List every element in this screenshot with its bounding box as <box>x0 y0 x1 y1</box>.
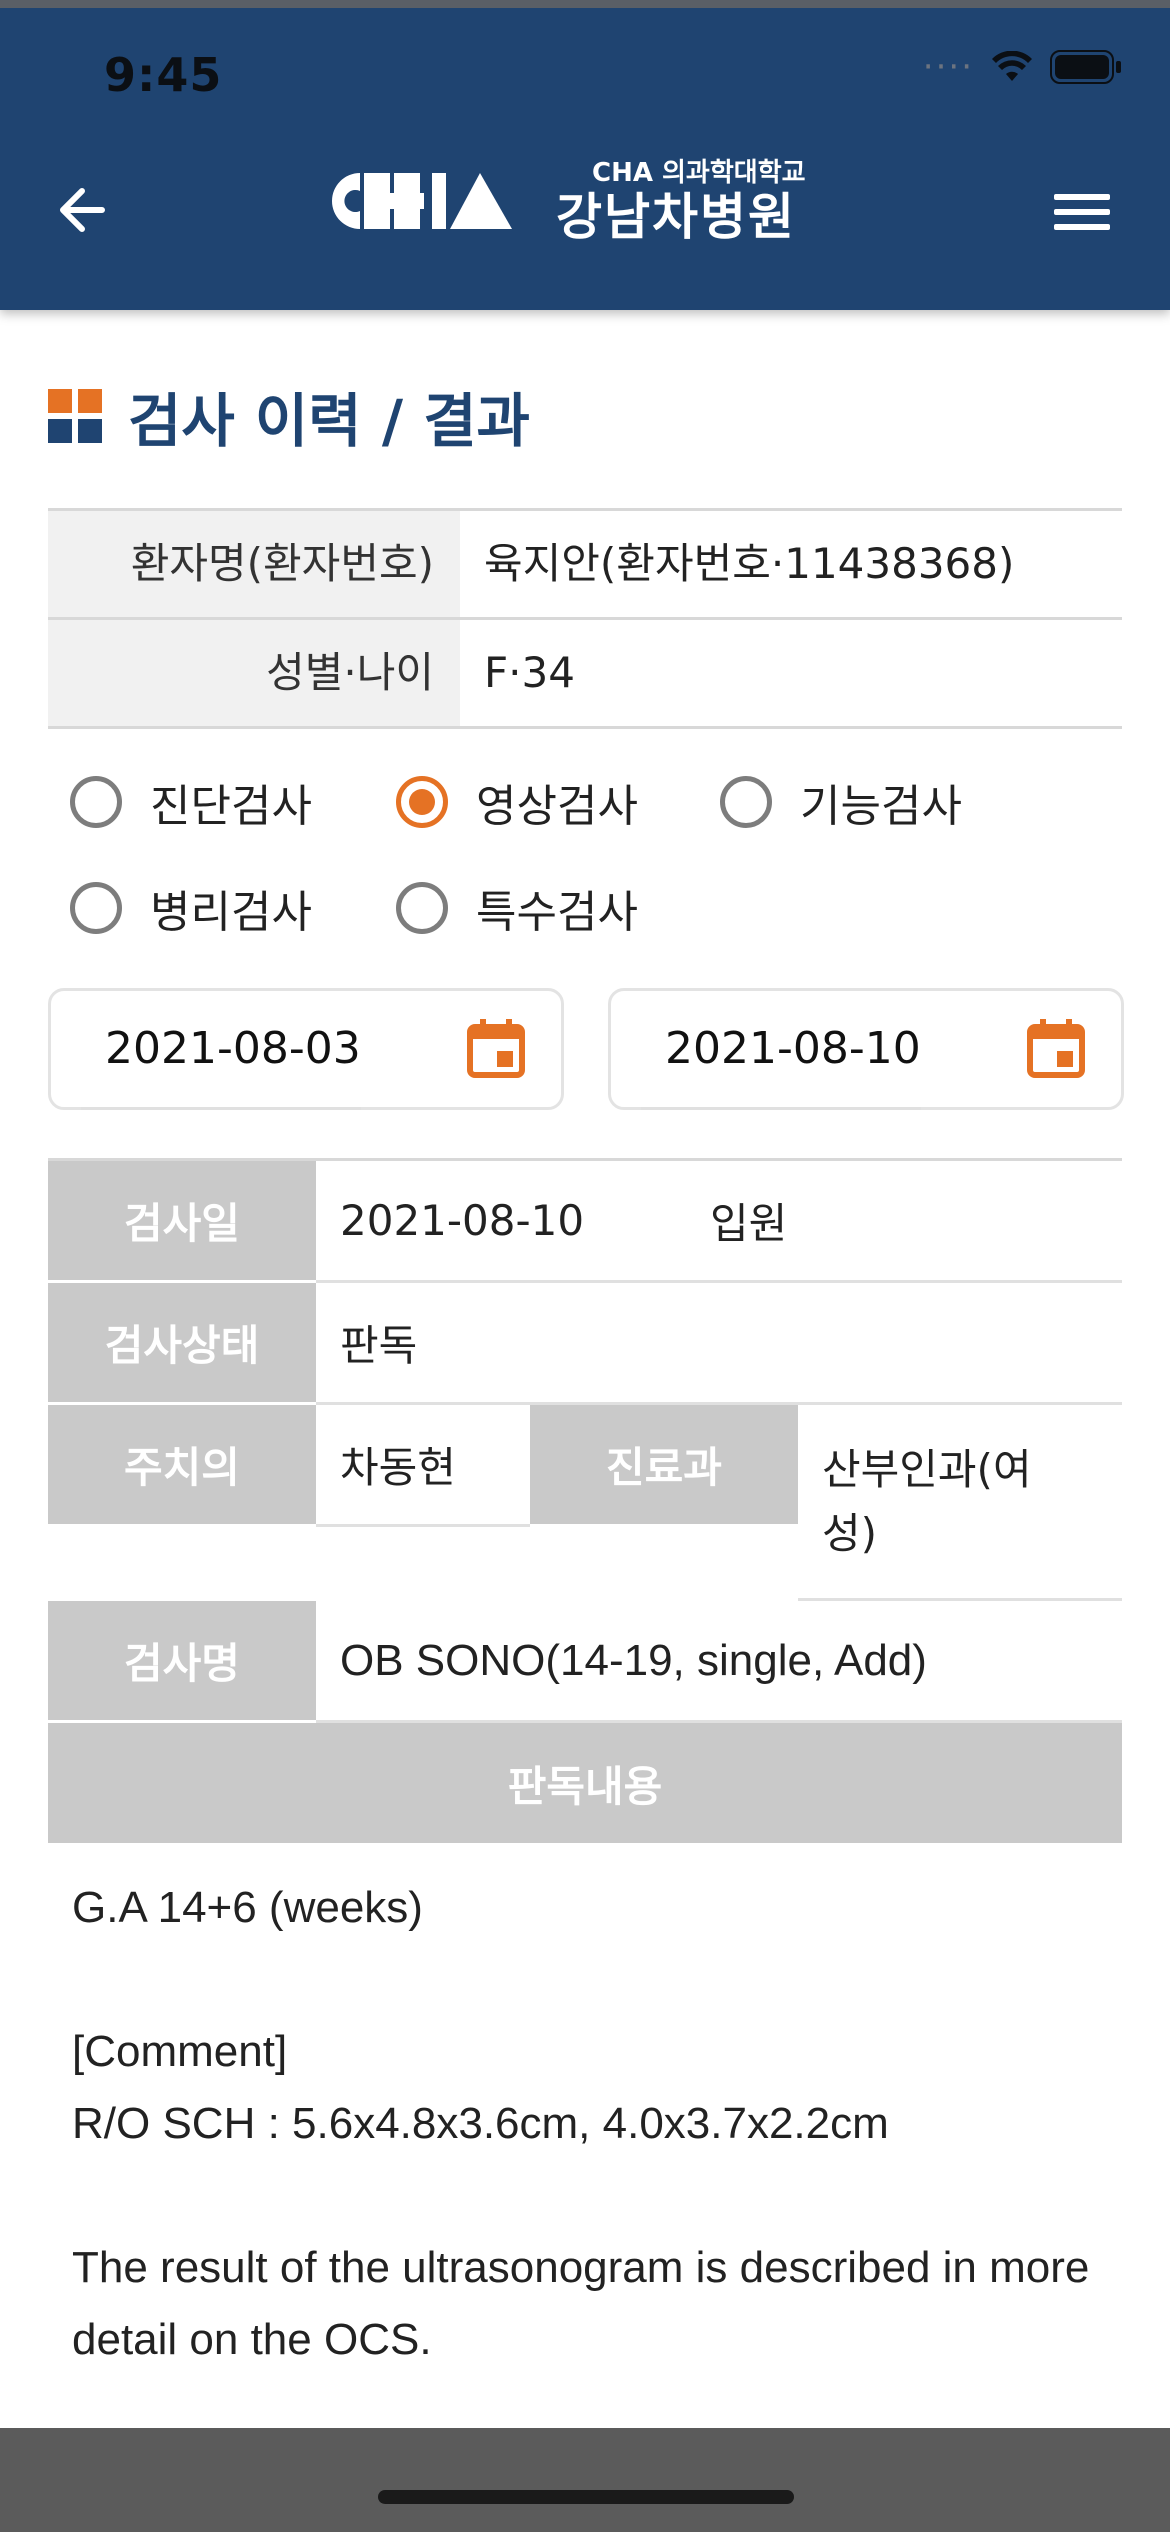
radio-unchecked-icon <box>720 776 772 828</box>
end-date-value: 2021-08-10 <box>641 991 921 1110</box>
patient-name-row: 환자명(환자번호) 육지안(환자번호·11438368) <box>48 511 1122 620</box>
top-edge <box>0 0 1170 8</box>
calendar-icon[interactable] <box>1027 1017 1085 1079</box>
department-label: 진료과 <box>530 1405 798 1527</box>
reading-line: The result of the ultrasonogram is descr… <box>72 2243 1090 2364</box>
patient-name-label: 환자명(환자번호) <box>48 511 460 617</box>
app-header: 9:45 ···· CHA 의과학대학교 강남차병원 <box>0 0 1170 310</box>
reading-line: R/O SCH : 5.6x4.8x3.6cm, 4.0x3.7x2.2cm <box>72 2099 889 2148</box>
exam-name-label: 검사명 <box>48 1601 316 1723</box>
radio-label: 특수검사 <box>476 887 638 938</box>
wifi-icon <box>992 51 1032 81</box>
radio-function-test[interactable]: 기능검사 <box>720 770 962 834</box>
hospital-logo: CHA 의과학대학교 강남차병원 <box>320 160 806 242</box>
back-arrow-icon[interactable] <box>52 175 122 245</box>
doctor-label: 주치의 <box>48 1405 316 1527</box>
sex-age-label: 성별·나이 <box>48 620 460 726</box>
exam-date-value: 2021-08-10 <box>316 1161 696 1283</box>
doctor-dept-row: 주치의 차동현 진료과 산부인과(여 성) <box>48 1405 1122 1601</box>
department-value-line1: 산부인과(여 <box>822 1444 1032 1494</box>
radio-label: 진단검사 <box>150 781 312 832</box>
home-indicator[interactable] <box>378 2490 794 2504</box>
radio-checked-icon <box>396 776 448 828</box>
radio-unchecked-icon <box>396 882 448 934</box>
cha-logo-icon <box>332 173 512 229</box>
sex-age-value: F·34 <box>484 648 575 697</box>
hamburger-menu-icon[interactable] <box>1050 190 1114 234</box>
patient-name-value: 육지안(환자번호·11438368) <box>484 539 1015 588</box>
radio-label: 기능검사 <box>800 781 962 832</box>
exam-detail-table: 검사일 2021-08-10 입원 검사상태 판독 주치의 차동현 진료과 산부… <box>48 1158 1122 1843</box>
sex-age-row: 성별·나이 F·34 <box>48 620 1122 729</box>
radio-special-test[interactable]: 특수검사 <box>396 876 638 940</box>
battery-icon <box>1050 50 1121 84</box>
calendar-icon[interactable] <box>467 1017 525 1079</box>
status-icons: ···· <box>923 50 1122 84</box>
grid-squares-icon <box>48 389 102 443</box>
start-date-value: 2021-08-03 <box>81 991 361 1110</box>
exam-status-value: 판독 <box>316 1283 1122 1405</box>
radio-diagnostic-test[interactable]: 진단검사 <box>70 770 312 834</box>
start-date-input[interactable]: 2021-08-03 <box>48 988 564 1110</box>
end-date-input[interactable]: 2021-08-10 <box>608 988 1124 1110</box>
radio-label: 병리검사 <box>150 887 312 938</box>
logo-subtitle: CHA 의과학대학교 <box>592 158 806 188</box>
radio-pathology-test[interactable]: 병리검사 <box>70 876 312 940</box>
department-value-line2: 성) <box>822 1508 878 1558</box>
reading-line: G.A 14+6 (weeks) <box>72 1883 423 1932</box>
logo-title: 강남차병원 <box>556 188 796 246</box>
visit-type-value: 입원 <box>696 1161 1122 1283</box>
radio-unchecked-icon <box>70 776 122 828</box>
radio-imaging-test[interactable]: 영상검사 <box>396 770 638 834</box>
reading-result-text: G.A 14+6 (weeks) [Comment] R/O SCH : 5.6… <box>72 1872 1112 2376</box>
cellular-signal-icon: ···· <box>922 47 974 87</box>
page-title-row: 검사 이력 / 결과 <box>48 374 530 458</box>
status-time: 9:45 <box>104 48 223 102</box>
patient-info-table: 환자명(환자번호) 육지안(환자번호·11438368) 성별·나이 F·34 <box>48 508 1122 729</box>
exam-status-label: 검사상태 <box>48 1283 316 1405</box>
exam-date-row: 검사일 2021-08-10 입원 <box>48 1161 1122 1283</box>
reading-line: [Comment] <box>72 2027 288 2076</box>
radio-unchecked-icon <box>70 882 122 934</box>
exam-status-row: 검사상태 판독 <box>48 1283 1122 1405</box>
radio-label: 영상검사 <box>476 781 638 832</box>
doctor-value: 차동현 <box>316 1405 530 1527</box>
page-title: 검사 이력 / 결과 <box>128 387 530 455</box>
exam-date-label: 검사일 <box>48 1161 316 1283</box>
bottom-bar <box>0 2428 1170 2532</box>
exam-name-value: OB SONO(14-19, single, Add) <box>316 1601 1122 1723</box>
reading-content-header: 판독내용 <box>48 1723 1122 1843</box>
exam-name-row: 검사명 OB SONO(14-19, single, Add) <box>48 1601 1122 1723</box>
department-value: 산부인과(여 성) <box>798 1405 1122 1601</box>
